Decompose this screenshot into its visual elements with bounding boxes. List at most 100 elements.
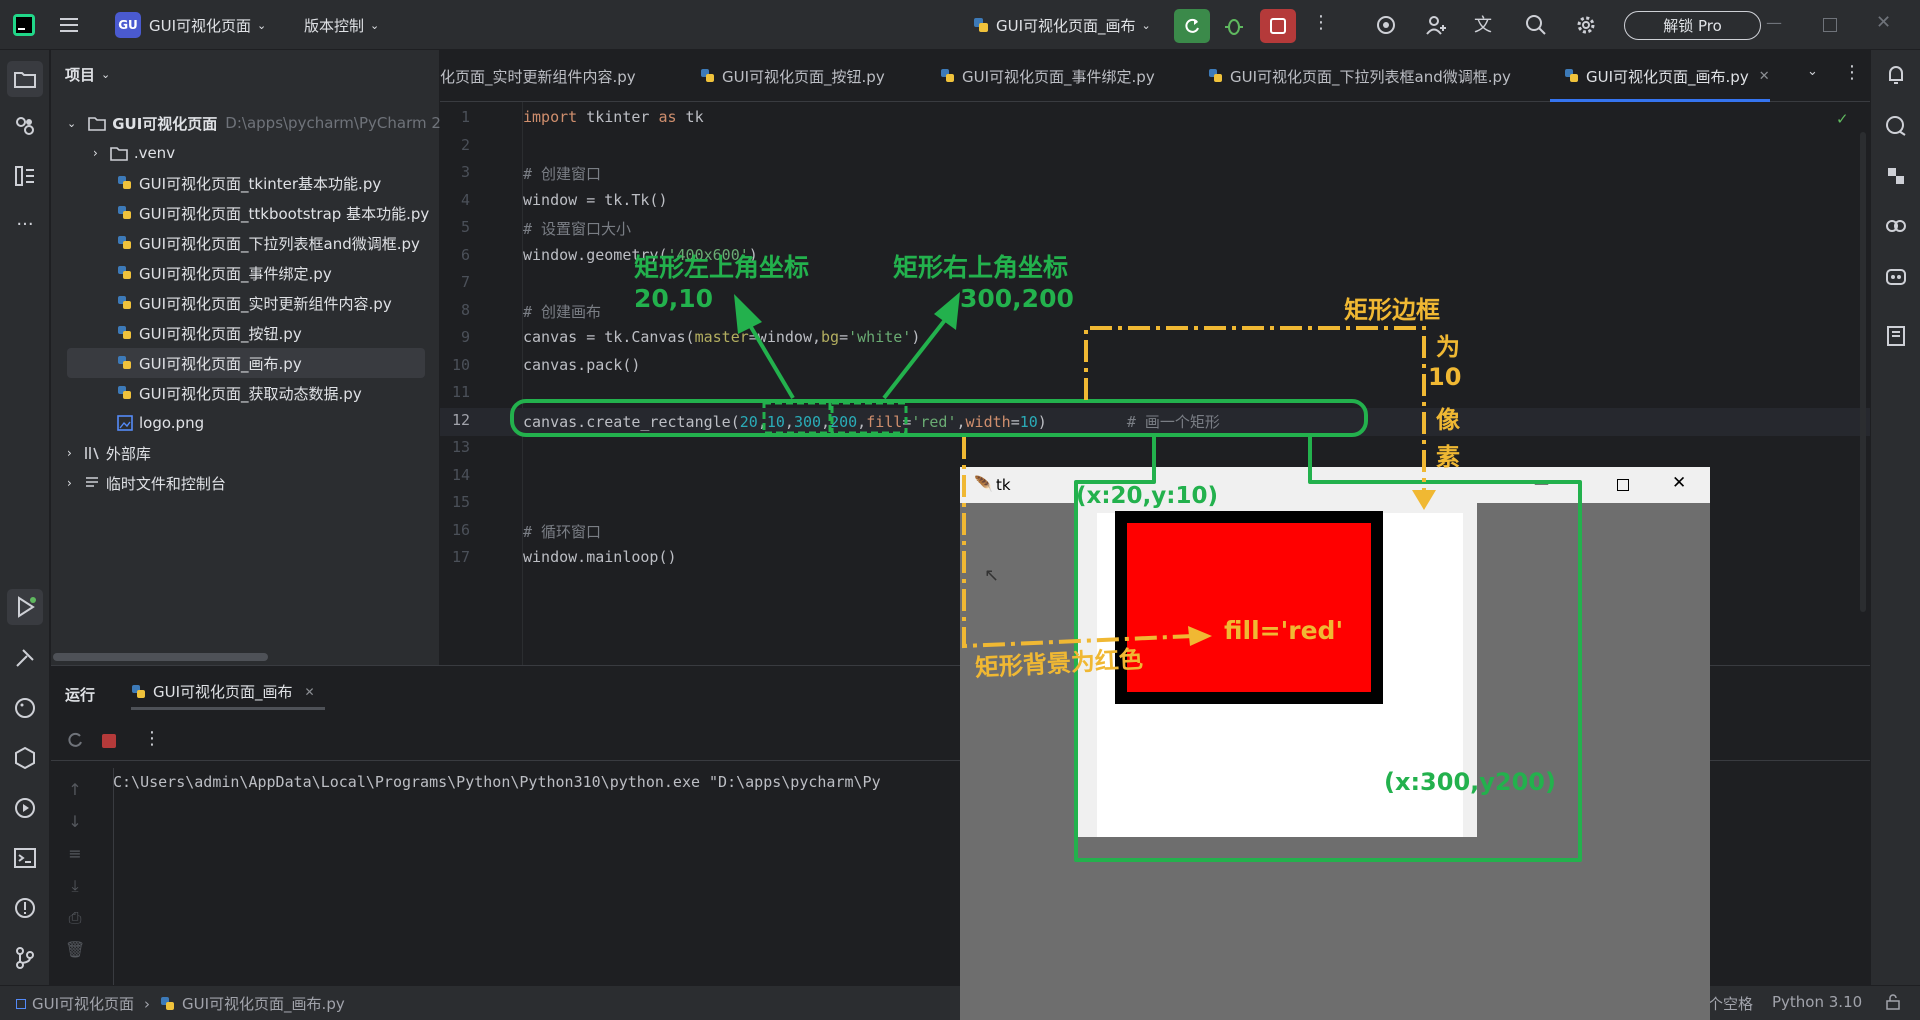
database-icon[interactable] xyxy=(1882,322,1910,350)
line-number: 7 xyxy=(460,273,470,291)
add-user-icon[interactable] xyxy=(1424,13,1448,37)
line-number: 13 xyxy=(451,438,470,456)
scroll-up-icon[interactable]: ↑ xyxy=(65,774,85,806)
ai-assistant-icon[interactable] xyxy=(1374,13,1398,37)
copilot-icon[interactable] xyxy=(1882,212,1910,240)
close-tab-icon[interactable]: ✕ xyxy=(1759,69,1770,84)
maximize-icon[interactable] xyxy=(1823,18,1837,32)
python-icon xyxy=(972,16,990,34)
tab-event-binding[interactable]: GUI可视化页面_事件绑定.py xyxy=(940,50,1155,102)
tree-item-file[interactable]: GUI可视化页面_按钮.py xyxy=(117,319,302,347)
tk-title-bar[interactable]: 🪶 tk — ✕ xyxy=(960,467,1710,503)
tree-item-file[interactable]: GUI可视化页面_事件绑定.py xyxy=(117,259,332,287)
annotation-border-title: 矩形边框 xyxy=(1344,296,1440,324)
close-icon[interactable]: ✕ xyxy=(1876,12,1891,33)
soft-wrap-icon[interactable]: ≡ xyxy=(65,838,85,870)
project-switcher[interactable]: GU GUI可视化页面 ⌄ xyxy=(115,12,266,38)
chevron-right-icon: › xyxy=(144,994,151,1013)
tree-item-venv[interactable]: › .venv xyxy=(93,139,175,167)
more-tools-icon[interactable]: ··· xyxy=(11,210,39,238)
more-tabs-icon[interactable]: ⋮ xyxy=(1843,62,1861,83)
tree-external-libraries[interactable]: › 外部库 xyxy=(67,439,151,467)
problems-icon[interactable] xyxy=(11,894,39,922)
horizontal-scrollbar[interactable] xyxy=(53,653,268,661)
vertical-scrollbar[interactable] xyxy=(1860,132,1866,612)
breadcrumb-item[interactable]: GUI可视化页面_画布.py xyxy=(182,993,345,1014)
search-icon[interactable] xyxy=(1524,13,1548,37)
main-menu-icon[interactable] xyxy=(58,14,80,36)
assistant-icon[interactable] xyxy=(1882,262,1910,290)
project-panel-header[interactable]: 项目 ⌄ xyxy=(65,64,110,85)
tree-item-file[interactable]: GUI可视化页面_ttkbootstrap 基本功能.py xyxy=(117,199,429,227)
run-tab[interactable]: GUI可视化页面_画布 ✕ xyxy=(131,676,325,710)
tab-list-chevron-icon[interactable]: ⌄ xyxy=(1807,64,1818,79)
tree-root[interactable]: ⌄ GUI可视化页面 D:\apps\pycharm\PyCharm 20 xyxy=(67,109,450,137)
tab-label: GUI可视化页面_事件绑定.py xyxy=(962,67,1155,86)
vcs-menu[interactable]: 版本控制 ⌄ xyxy=(304,12,379,38)
tree-item-file[interactable]: GUI可视化页面_tkinter基本功能.py xyxy=(117,169,381,197)
line-number: 9 xyxy=(460,328,470,346)
packages-icon[interactable] xyxy=(11,744,39,772)
stop-button[interactable] xyxy=(1260,9,1296,43)
line-number: 14 xyxy=(451,466,470,484)
debug-icon[interactable] xyxy=(1222,14,1248,40)
python-file-icon xyxy=(700,68,716,84)
rerun-icon[interactable] xyxy=(65,730,85,750)
breadcrumb-item[interactable]: GUI可视化页面 xyxy=(32,993,134,1014)
annotation-border-char: 像 xyxy=(1436,406,1460,434)
breadcrumb: GUI可视化页面 › GUI可视化页面_画布.py xyxy=(16,993,345,1014)
tree-item-file[interactable]: GUI可视化页面_下拉列表框and微调框.py xyxy=(117,229,420,257)
trash-icon[interactable]: 🗑 xyxy=(65,934,85,966)
translate-icon[interactable]: 文 xyxy=(1474,11,1492,37)
maximize-icon[interactable] xyxy=(1617,479,1629,491)
tree-item-label: GUI可视化页面_ttkbootstrap 基本功能.py xyxy=(139,204,430,223)
print-icon[interactable]: ⎙ xyxy=(65,902,85,934)
build-tools-icon[interactable] xyxy=(11,644,39,672)
scroll-down-icon[interactable]: ↓ xyxy=(65,806,85,838)
close-icon[interactable]: ✕ xyxy=(1672,473,1686,493)
python-file-icon xyxy=(160,996,176,1012)
services-icon[interactable] xyxy=(11,794,39,822)
tree-item-file-selected[interactable]: GUI可视化页面_画布.py xyxy=(117,349,302,377)
tree-item-file[interactable]: GUI可视化页面_获取动态数据.py xyxy=(117,379,362,407)
git-icon[interactable] xyxy=(11,944,39,972)
tree-item-label: GUI可视化页面_按钮.py xyxy=(139,324,302,343)
run-tool-icon[interactable] xyxy=(7,589,43,625)
more-actions-icon[interactable]: ⋮ xyxy=(1312,12,1330,33)
tk-window[interactable]: 🪶 tk — ✕ ↖ xyxy=(960,467,1710,1020)
run-config-selector[interactable]: GUI可视化页面_画布 ⌄ xyxy=(972,12,1151,38)
unlock-pro-button[interactable]: 解锁 Pro xyxy=(1624,11,1761,40)
ai-chat-icon[interactable] xyxy=(1882,112,1910,140)
tree-item-label: .venv xyxy=(133,144,176,162)
tree-scratches[interactable]: › 临时文件和控制台 xyxy=(67,469,226,497)
tree-item-file[interactable]: GUI可视化页面_实时更新组件内容.py xyxy=(117,289,392,317)
scroll-to-end-icon[interactable]: ⤓ xyxy=(65,870,85,902)
indent-setting[interactable]: 个空格 xyxy=(1708,993,1753,1014)
more-actions-icon[interactable]: ⋮ xyxy=(143,728,161,749)
plugin-icon[interactable] xyxy=(1882,162,1910,190)
interpreter-setting[interactable]: Python 3.10 xyxy=(1772,993,1862,1011)
lock-icon[interactable] xyxy=(1885,994,1901,1010)
python-console-icon[interactable] xyxy=(11,694,39,722)
tab-canvas-active[interactable]: GUI可视化页面_画布.py ✕ xyxy=(1564,50,1770,102)
tab-combobox-spinbox[interactable]: GUI可视化页面_下拉列表框and微调框.py xyxy=(1208,50,1511,102)
tk-title: tk xyxy=(996,476,1011,494)
tree-item-image[interactable]: logo.png xyxy=(117,409,204,437)
close-tab-icon[interactable]: ✕ xyxy=(305,685,315,699)
plugins-icon[interactable] xyxy=(11,112,39,140)
terminal-icon[interactable] xyxy=(11,844,39,872)
structure-icon[interactable] xyxy=(11,162,39,190)
stop-icon xyxy=(1270,18,1286,34)
gear-icon[interactable] xyxy=(1574,13,1598,37)
python-file-icon xyxy=(131,684,147,700)
tab-button[interactable]: GUI可视化页面_按钮.py xyxy=(700,50,885,102)
minimize-icon[interactable]: — xyxy=(1534,474,1549,492)
notifications-icon[interactable] xyxy=(1882,61,1910,89)
stop-icon[interactable] xyxy=(102,734,116,748)
rerun-button[interactable] xyxy=(1174,9,1210,43)
tab-realtime-update[interactable]: 化页面_实时更新组件内容.py xyxy=(440,50,636,102)
run-panel-title: 运行 xyxy=(65,686,96,704)
project-tool-icon[interactable] xyxy=(7,61,43,97)
code-token: 'red' xyxy=(911,413,957,431)
minimize-icon[interactable]: — xyxy=(1766,13,1782,32)
